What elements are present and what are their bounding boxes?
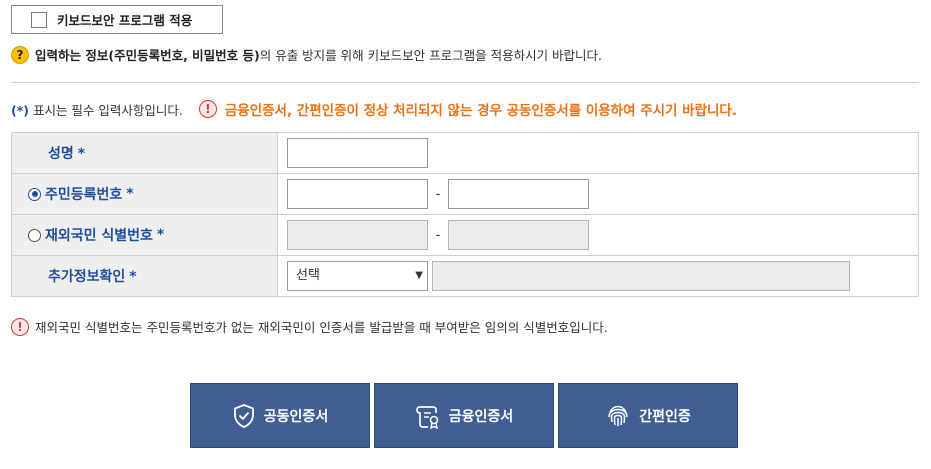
required-note: (*) 표시는 필수 입력사항입니다. — [11, 100, 183, 119]
foreign-id-back-input[interactable] — [448, 220, 589, 250]
required-star: * — [77, 146, 86, 162]
form-row-foreign: 재외국민 식별번호 * - — [11, 214, 919, 256]
rrn-radio[interactable] — [28, 187, 41, 201]
form-row-name: 성명 * — [11, 132, 919, 174]
divider — [11, 82, 919, 83]
exclamation-icon: ! — [11, 317, 29, 336]
info-strong-text: 입력하는 정보(주민등록번호, 비밀번호 등) — [35, 48, 260, 63]
security-info-line: ? 입력하는 정보(주민등록번호, 비밀번호 등) 의 유출 방지를 위해 키보… — [11, 45, 602, 64]
rrn-label[interactable]: 주민등록번호 — [45, 184, 122, 204]
info-rest-text: 의 유출 방지를 위해 키보드보안 프로그램을 적용하시기 바랍니다. — [259, 48, 603, 63]
rrn-front-input[interactable] — [287, 179, 428, 209]
name-input[interactable] — [287, 138, 428, 168]
extra-info-select-value: 선택 — [296, 268, 320, 283]
required-note-line: (*) 표시는 필수 입력사항입니다. ! 금융인증서, 간편인증이 정상 처리… — [11, 99, 737, 119]
keyboard-security-toggle[interactable]: 키보드보안 프로그램 적용 — [11, 5, 223, 34]
joint-certificate-button[interactable]: 공동인증서 — [190, 383, 370, 448]
dash: - — [435, 227, 441, 243]
warning-text: 금융인증서, 간편인증이 정상 처리되지 않는 경우 공동인증서를 이용하여 주… — [224, 103, 737, 119]
dropdown-arrow-icon: ▼ — [415, 270, 423, 281]
form-row-rrn: 주민등록번호 * - — [11, 173, 919, 215]
foreign-id-label[interactable]: 재외국민 식별번호 — [45, 225, 153, 245]
required-star: (*) — [11, 102, 29, 118]
foreign-id-radio[interactable] — [28, 228, 41, 242]
required-star: * — [129, 269, 137, 285]
simple-auth-button[interactable]: 간편인증 — [558, 383, 738, 448]
rrn-back-input[interactable] — [448, 179, 589, 209]
extra-info-select[interactable]: 선택 ▼ — [287, 261, 428, 291]
keyboard-security-label: 키보드보안 프로그램 적용 — [57, 13, 193, 28]
foreign-id-front-input[interactable] — [287, 220, 428, 250]
identity-form: 성명 * 주민등록번호 * - 재외국민 식별번호 * - 추가정보확인 * 선택 ▼ — [11, 132, 919, 297]
simple-auth-label: 간편인증 — [639, 408, 691, 425]
certificate-buttons: 공동인증서 금융인증서 간편인증 — [190, 383, 742, 448]
form-row-extra: 추가정보확인 * 선택 ▼ — [11, 255, 919, 297]
required-star: * — [156, 227, 165, 243]
question-icon: ? — [11, 45, 29, 64]
footer-note-line: ! 재외국민 식별번호는 주민등록번호가 없는 재외국민이 인증서를 발급받을 … — [11, 317, 608, 336]
extra-info-label: 추가정보확인 — [48, 269, 126, 285]
required-star: * — [126, 186, 134, 202]
exclamation-icon: ! — [198, 100, 217, 118]
financial-certificate-label: 금융인증서 — [448, 408, 514, 425]
extra-info-input[interactable] — [432, 261, 850, 291]
footer-note-text: 재외국민 식별번호는 주민등록번호가 없는 재외국민이 인증서를 발급받을 때 … — [35, 320, 608, 335]
certificate-scroll-icon — [415, 405, 439, 429]
keyboard-security-checkbox[interactable] — [31, 11, 47, 28]
fingerprint-icon — [608, 405, 628, 426]
joint-certificate-label: 공동인증서 — [263, 408, 329, 425]
required-note-text: 표시는 필수 입력사항입니다. — [28, 102, 183, 118]
dash: - — [435, 186, 441, 202]
shield-check-icon — [233, 403, 254, 428]
name-label: 성명 — [48, 146, 74, 162]
financial-certificate-button[interactable]: 금융인증서 — [374, 383, 554, 448]
